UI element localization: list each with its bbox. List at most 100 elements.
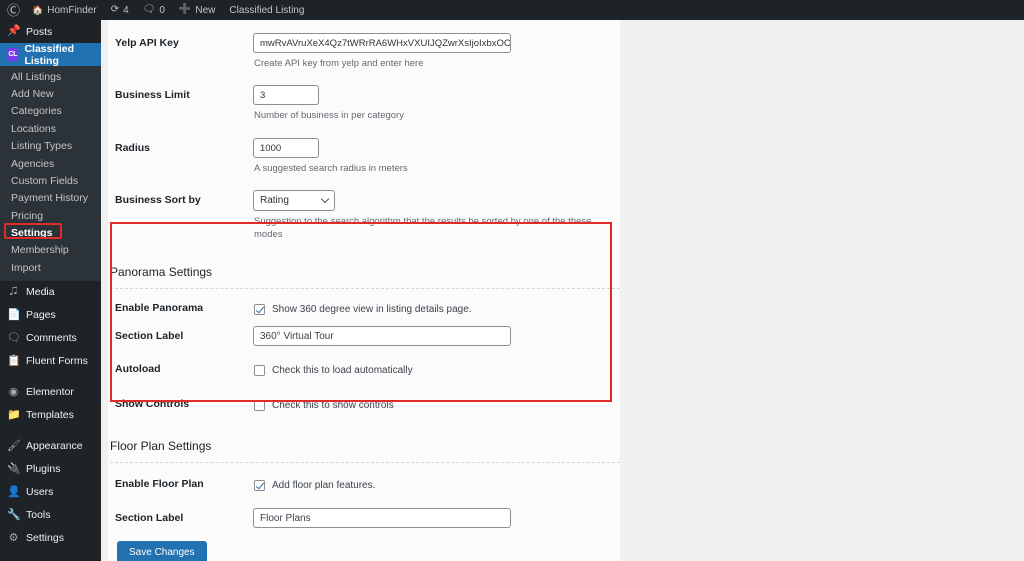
folder-icon: 📁 bbox=[7, 408, 21, 421]
menu-separator bbox=[0, 373, 101, 381]
settings-content-area: Yelp API Key mwRvAVruXeX4Qz7tWRrRA6WHxVX… bbox=[101, 20, 1024, 561]
submenu-item-all-listings[interactable]: All Listings bbox=[0, 68, 101, 85]
yelp-api-key-input[interactable]: mwRvAVruXeX4Qz7tWRrRA6WHxVXUIJQZwrXsIjoI… bbox=[253, 33, 511, 53]
enable-floor-plan-checkbox[interactable] bbox=[254, 480, 265, 492]
business-limit-input[interactable]: 3 bbox=[253, 85, 319, 106]
sidebar-item-tools[interactable]: 🔧 Tools bbox=[0, 504, 101, 527]
enable-floor-plan-checkbox-row[interactable]: Add floor plan features. bbox=[253, 474, 620, 497]
field-row-enable-panorama: Enable Panorama Show 360 degree view in … bbox=[108, 293, 620, 321]
sidebar-item-label: Settings bbox=[26, 532, 64, 544]
sidebar-item-label: Tools bbox=[26, 509, 51, 521]
panorama-settings-heading: Panorama Settings bbox=[110, 265, 213, 280]
panorama-section-label-label: Section Label bbox=[115, 330, 184, 343]
field-row-floor-plan-section-label: Section Label Floor Plans bbox=[108, 503, 620, 529]
classified-listing-submenu: All Listings Add New Categories Location… bbox=[0, 66, 101, 281]
field-row-panorama-section-label: Section Label 360° Virtual Tour bbox=[108, 321, 620, 347]
submenu-label: Listing Types bbox=[11, 140, 73, 153]
submenu-label: Membership bbox=[11, 244, 69, 257]
site-name-label: HomFinder bbox=[47, 4, 97, 16]
sidebar-item-posts[interactable]: 📌 Posts bbox=[0, 20, 101, 43]
settings-form: Yelp API Key mwRvAVruXeX4Qz7tWRrRA6WHxVX… bbox=[108, 20, 620, 561]
floor-plan-section-label-label: Section Label bbox=[115, 512, 184, 525]
submenu-item-import[interactable]: Import bbox=[0, 259, 101, 276]
enable-panorama-checkbox[interactable] bbox=[254, 304, 265, 316]
form-actions: Save Changes bbox=[108, 528, 620, 561]
radius-label: Radius bbox=[115, 141, 151, 154]
submenu-item-membership[interactable]: Membership bbox=[0, 242, 101, 259]
submenu-label: Custom Fields bbox=[11, 174, 79, 187]
sidebar-item-users[interactable]: 👤 Users bbox=[0, 481, 101, 504]
save-changes-button[interactable]: Save Changes bbox=[117, 541, 207, 561]
submenu-label: Pricing bbox=[11, 209, 44, 222]
submenu-item-payment-history[interactable]: Payment History bbox=[0, 190, 101, 207]
new-content-menu[interactable]: ➕ New bbox=[172, 0, 222, 20]
field-row-yelp-api-key: Yelp API Key mwRvAVruXeX4Qz7tWRrRA6WHxVX… bbox=[108, 28, 620, 80]
sidebar-item-label: Fluent Forms bbox=[26, 355, 88, 367]
enable-panorama-checkbox-text: Show 360 degree view in listing details … bbox=[272, 304, 472, 316]
autoload-checkbox-row[interactable]: Check this to load automatically bbox=[253, 359, 620, 382]
admin-bar: Ⓒ 🏠 HomFinder ⟳ 4 🗨 0 ➕ New Classified L… bbox=[0, 0, 1024, 20]
field-row-autoload: Autoload Check this to load automaticall… bbox=[108, 354, 620, 382]
show-controls-checkbox-row[interactable]: Check this to show controls bbox=[253, 394, 620, 417]
submenu-item-listing-types[interactable]: Listing Types bbox=[0, 138, 101, 155]
submenu-label: Locations bbox=[11, 122, 56, 135]
submenu-item-pricing[interactable]: Pricing bbox=[0, 207, 101, 224]
radius-description: A suggested search radius in meters bbox=[254, 162, 408, 174]
chevron-down-icon bbox=[320, 194, 330, 204]
business-sort-by-value: Rating bbox=[260, 194, 289, 206]
sidebar-item-appearance[interactable]: 🖌 Appearance bbox=[0, 435, 101, 458]
field-row-business-limit: Business Limit 3 Number of business in p… bbox=[108, 80, 620, 132]
sidebar-item-comments[interactable]: 🗨 Comments bbox=[0, 327, 101, 350]
sidebar-item-classified-listing[interactable]: CL Classified Listing bbox=[0, 43, 101, 67]
submenu-item-categories[interactable]: Categories bbox=[0, 103, 101, 120]
enable-panorama-checkbox-row[interactable]: Show 360 degree view in listing details … bbox=[253, 298, 620, 321]
sidebar-item-label: Elementor bbox=[26, 386, 74, 398]
submenu-item-settings[interactable]: Settings bbox=[0, 223, 101, 241]
sidebar-item-media[interactable]: 🎜 Media bbox=[0, 281, 101, 304]
sidebar-item-label: Pages bbox=[26, 309, 56, 321]
users-icon: 👤 bbox=[7, 485, 21, 498]
menu-separator bbox=[0, 550, 101, 558]
submenu-item-custom-fields[interactable]: Custom Fields bbox=[0, 172, 101, 189]
floor-plan-section-label-input[interactable]: Floor Plans bbox=[253, 508, 511, 529]
business-sort-by-select[interactable]: Rating bbox=[253, 189, 335, 211]
updates-menu[interactable]: ⟳ 4 bbox=[104, 0, 136, 20]
submenu-label: Payment History bbox=[11, 192, 89, 205]
submenu-item-add-new[interactable]: Add New bbox=[0, 85, 101, 102]
sidebar-item-loco-translate[interactable]: 🌐 Loco Translate bbox=[0, 558, 101, 561]
enable-floor-plan-checkbox-text: Add floor plan features. bbox=[272, 480, 376, 492]
wrench-icon: 🔧 bbox=[7, 508, 21, 521]
sidebar-item-fluent-forms[interactable]: 📋 Fluent Forms bbox=[0, 350, 101, 373]
autoload-checkbox-text: Check this to load automatically bbox=[272, 365, 413, 377]
panorama-section-label-input[interactable]: 360° Virtual Tour bbox=[253, 326, 511, 347]
field-row-enable-floor-plan: Enable Floor Plan Add floor plan feature… bbox=[108, 469, 620, 497]
sidebar-item-templates[interactable]: 📁 Templates bbox=[0, 404, 101, 427]
sidebar-item-label: Posts bbox=[26, 25, 53, 38]
submenu-item-agencies[interactable]: Agencies bbox=[0, 155, 101, 172]
settings-icon: ⚙ bbox=[8, 531, 19, 544]
autoload-checkbox[interactable] bbox=[254, 365, 265, 377]
elementor-icon: ◉ bbox=[8, 385, 19, 398]
site-name-menu[interactable]: 🏠 HomFinder bbox=[25, 0, 104, 20]
menu-separator bbox=[0, 427, 101, 435]
floor-plan-divider bbox=[110, 462, 620, 464]
wordpress-logo-icon[interactable]: Ⓒ bbox=[0, 0, 25, 20]
submenu-item-locations[interactable]: Locations bbox=[0, 120, 101, 137]
show-controls-checkbox-text: Check this to show controls bbox=[272, 400, 394, 412]
new-label: New bbox=[195, 4, 216, 16]
show-controls-checkbox[interactable] bbox=[254, 400, 265, 412]
radius-input[interactable]: 1000 bbox=[253, 137, 319, 158]
sidebar-item-elementor[interactable]: ◉ Elementor bbox=[0, 381, 101, 404]
sidebar-item-pages[interactable]: 📄 Pages bbox=[0, 304, 101, 327]
pages-icon: 📄 bbox=[7, 308, 21, 321]
comments-menu[interactable]: 🗨 0 bbox=[136, 0, 172, 20]
sidebar-item-plugins[interactable]: 🔌 Plugins bbox=[0, 458, 101, 481]
business-limit-description: Number of business in per category bbox=[254, 110, 404, 122]
home-icon: 🏠 bbox=[32, 4, 44, 15]
sidebar-item-label: Users bbox=[26, 486, 54, 498]
sidebar-item-settings[interactable]: ⚙ Settings bbox=[0, 527, 101, 550]
business-limit-label: Business Limit bbox=[115, 89, 190, 102]
business-sort-by-label: Business Sort by bbox=[115, 193, 201, 206]
comments-icon: 🗨 bbox=[7, 331, 21, 344]
pin-icon: 📌 bbox=[7, 25, 21, 37]
